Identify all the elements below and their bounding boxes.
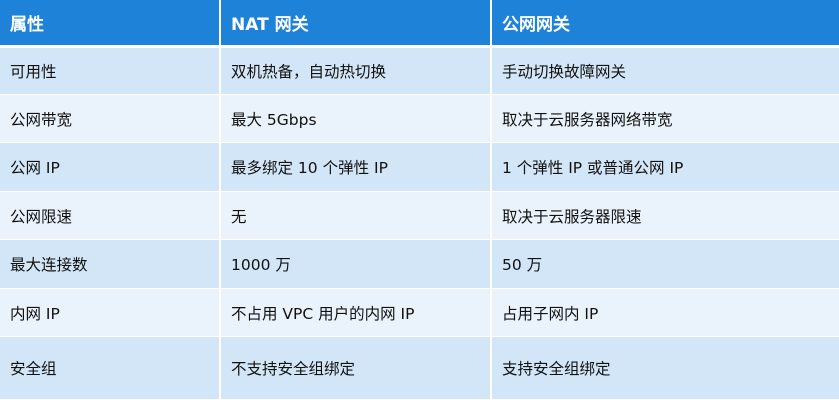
table-row: 公网带宽 最大 5Gbps 取决于云服务器网络带宽 [0,94,839,144]
row-public-cell: 占用子网内 IP [491,288,839,338]
row-public-cell: 取决于云服务器网络带宽 [491,94,839,144]
table-row: 安全组 不支持安全组绑定 支持安全组绑定 [0,336,839,400]
row-nat-cell: 不支持安全组绑定 [220,336,492,400]
table-row: 可用性 双机热备，自动热切换 手动切换故障网关 [0,46,839,95]
row-public-cell: 取决于云服务器限速 [491,191,839,241]
row-nat-cell: 最多绑定 10 个弹性 IP [220,142,492,192]
table-header: 属性 NAT 网关 公网网关 [0,0,839,48]
row-attribute-cell: 安全组 [0,336,221,400]
header-cell-public-gateway: 公网网关 [491,0,839,48]
table-body: 可用性 双机热备，自动热切换 手动切换故障网关 公网带宽 最大 5Gbps 取决… [0,46,839,400]
row-public-cell: 50 万 [491,239,839,289]
row-nat-cell: 1000 万 [220,239,492,289]
row-attribute-cell: 可用性 [0,46,221,95]
row-public-cell: 支持安全组绑定 [491,336,839,400]
table-row: 公网 IP 最多绑定 10 个弹性 IP 1 个弹性 IP 或普通公网 IP [0,142,839,192]
row-nat-cell: 不占用 VPC 用户的内网 IP [220,288,492,338]
table-row: 公网限速 无 取决于云服务器限速 [0,191,839,241]
row-attribute-cell: 公网带宽 [0,94,221,144]
row-nat-cell: 双机热备，自动热切换 [220,46,492,95]
header-cell-nat-gateway: NAT 网关 [220,0,492,48]
row-attribute-cell: 内网 IP [0,288,221,338]
comparison-table: 属性 NAT 网关 公网网关 可用性 双机热备，自动热切换 手动切换故障网关 公… [0,0,839,400]
row-attribute-cell: 公网限速 [0,191,221,241]
row-attribute-cell: 最大连接数 [0,239,221,289]
row-nat-cell: 无 [220,191,492,241]
row-public-cell: 1 个弹性 IP 或普通公网 IP [491,142,839,192]
table-row: 内网 IP 不占用 VPC 用户的内网 IP 占用子网内 IP [0,288,839,338]
header-row: 属性 NAT 网关 公网网关 [0,0,839,48]
header-cell-attribute: 属性 [0,0,221,48]
table-row: 最大连接数 1000 万 50 万 [0,239,839,289]
comparison-table-container: 属性 NAT 网关 公网网关 可用性 双机热备，自动热切换 手动切换故障网关 公… [0,0,839,400]
row-attribute-cell: 公网 IP [0,142,221,192]
row-nat-cell: 最大 5Gbps [220,94,492,144]
row-public-cell: 手动切换故障网关 [491,46,839,95]
